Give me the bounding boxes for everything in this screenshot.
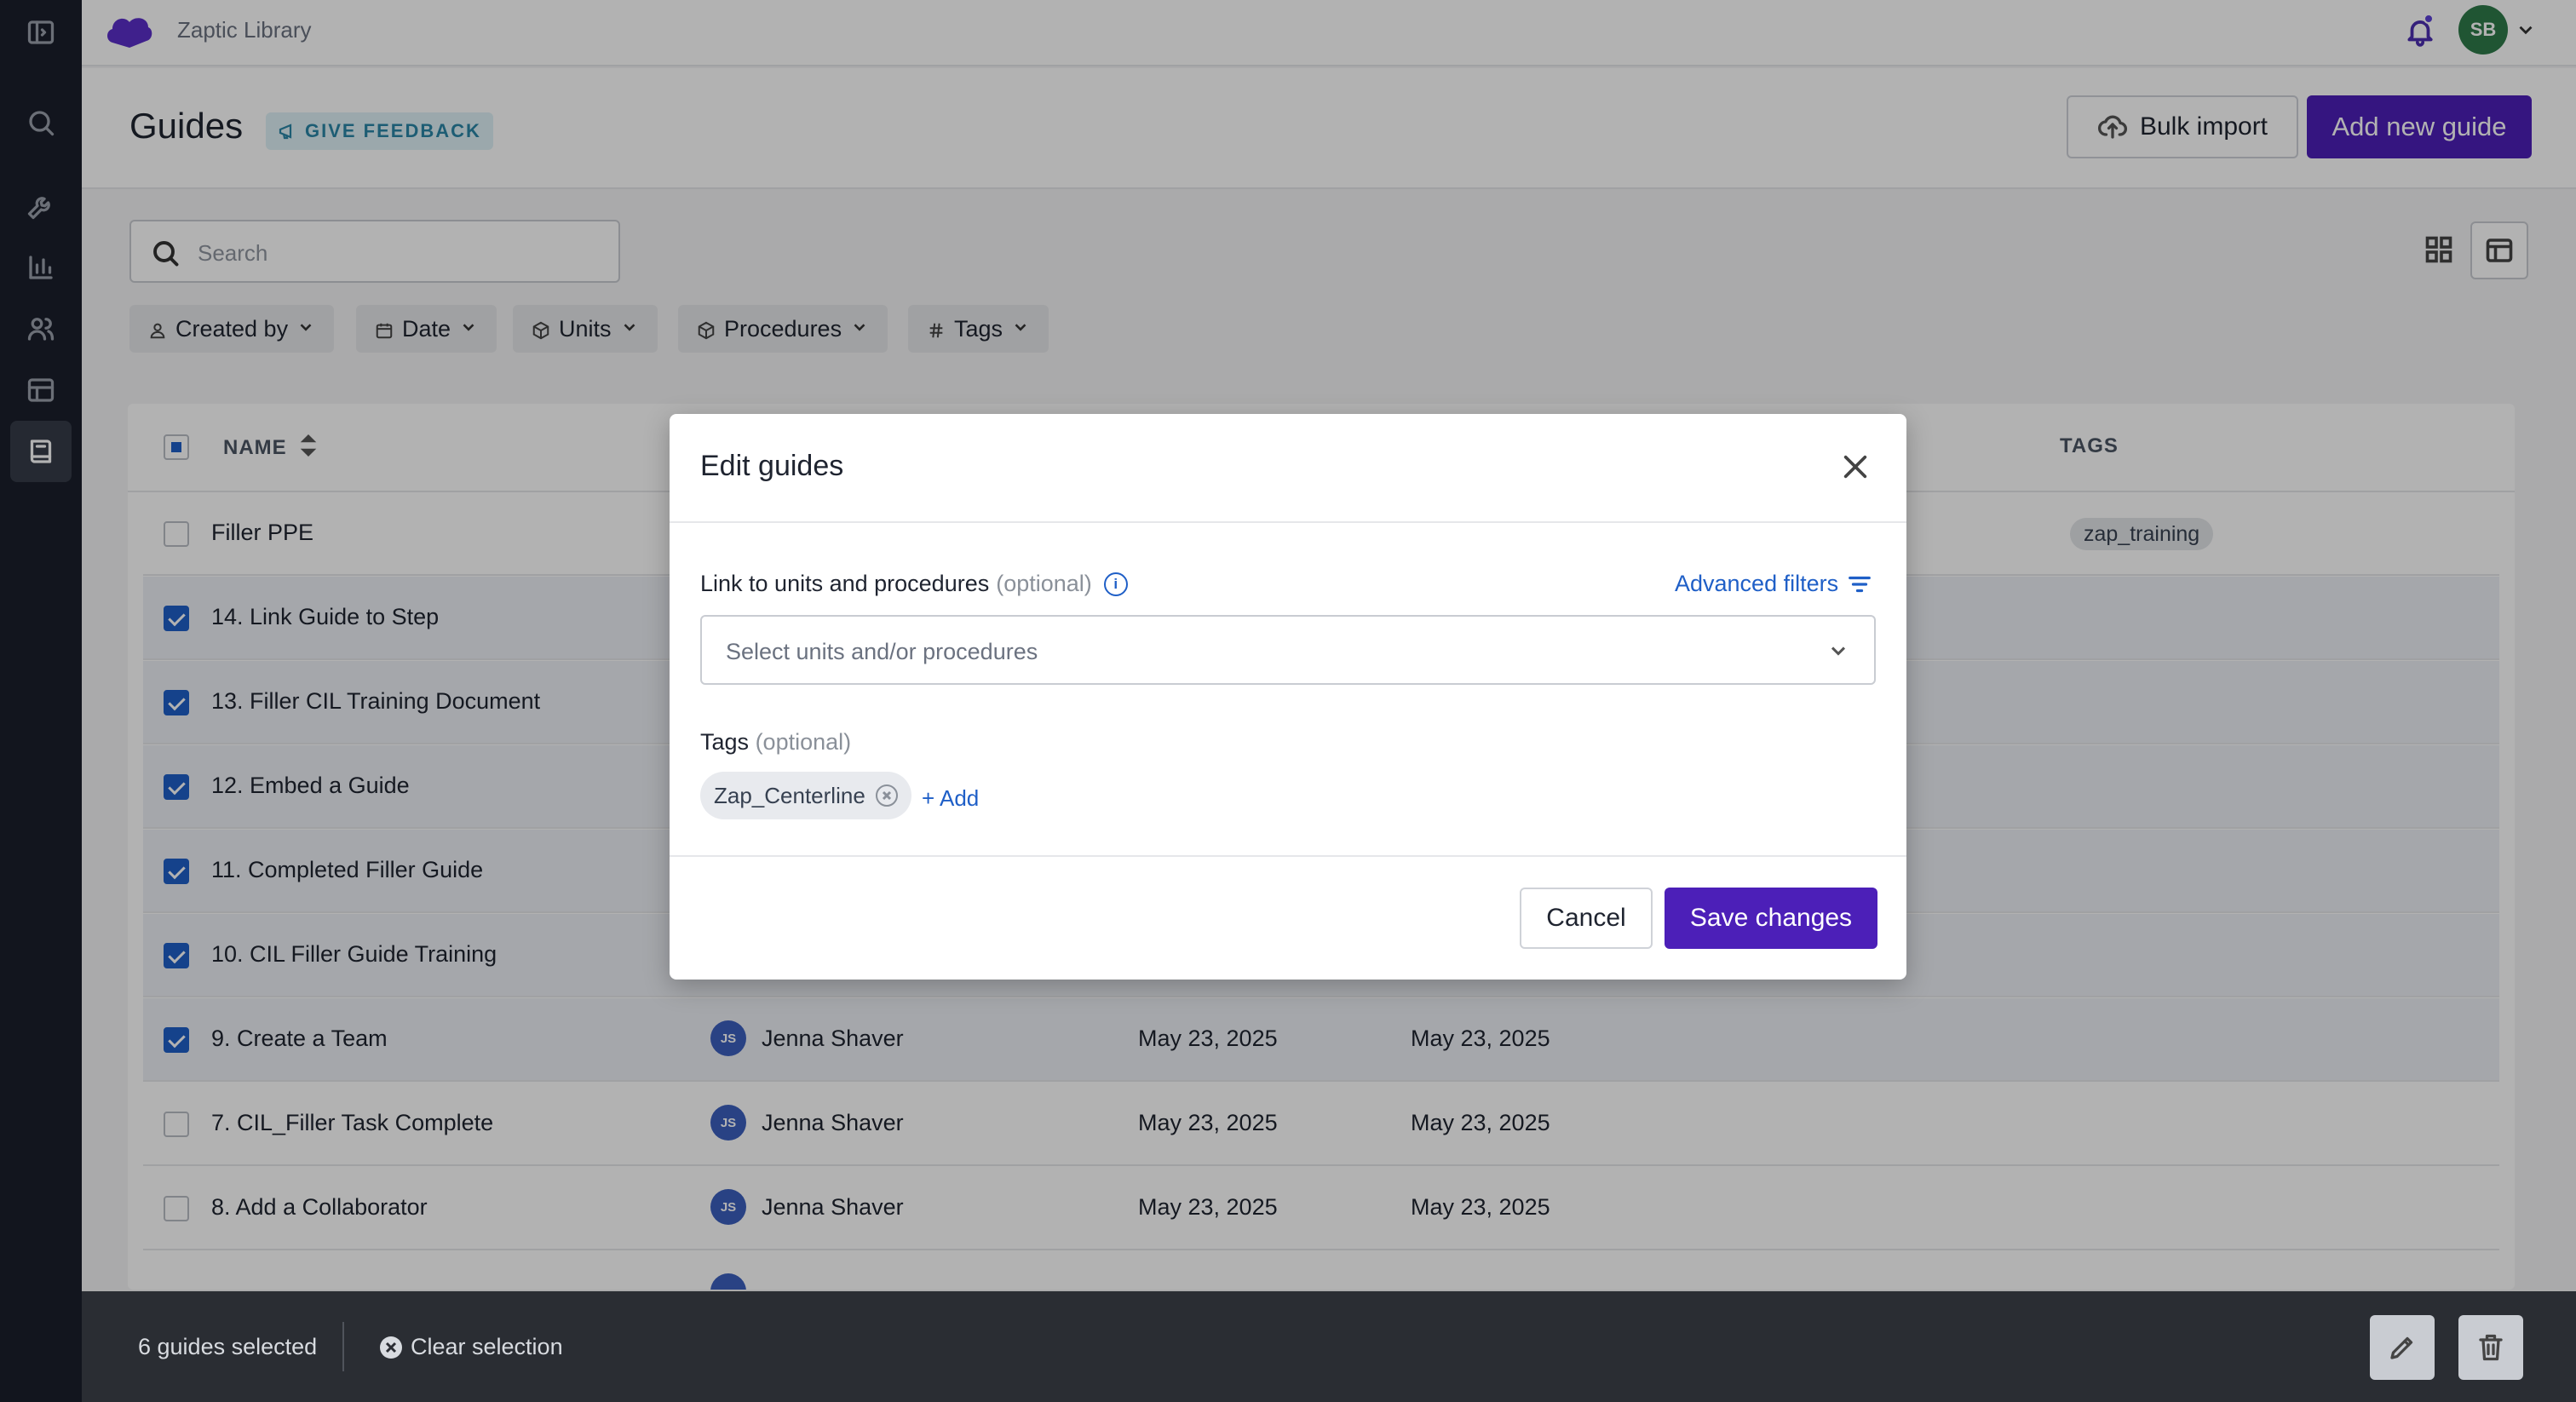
- optional-text: (optional): [755, 729, 852, 755]
- advanced-filters-button[interactable]: Advanced filters: [1675, 571, 1872, 597]
- select-placeholder: Select units and/or procedures: [726, 639, 1038, 664]
- advanced-filters-label: Advanced filters: [1675, 571, 1839, 596]
- close-icon: [385, 1342, 397, 1353]
- close-icon: [882, 790, 891, 801]
- save-changes-button[interactable]: Save changes: [1665, 888, 1877, 949]
- tag-chip-label: Zap_Centerline: [714, 782, 865, 808]
- info-icon[interactable]: i: [1103, 572, 1128, 596]
- edit-guides-modal: Edit guides Link to units and procedures…: [670, 414, 1906, 980]
- add-tag-link[interactable]: + Add: [922, 785, 979, 812]
- selection-bar: 6 guides selected Clear selection: [82, 1291, 2576, 1402]
- optional-text: (optional): [996, 571, 1092, 596]
- close-icon: [1843, 455, 1867, 479]
- modal-header: Edit guides: [670, 414, 1906, 523]
- edit-selected-button[interactable]: [2370, 1315, 2435, 1380]
- pencil-icon: [2390, 1336, 2413, 1359]
- filter-icon: [1849, 576, 1871, 592]
- chevron-down-icon: [1831, 646, 1846, 656]
- tags-label-text: Tags: [700, 729, 750, 755]
- cancel-button[interactable]: Cancel: [1520, 888, 1653, 949]
- clear-selection-label: Clear selection: [411, 1334, 563, 1359]
- trash-icon: [2479, 1334, 2503, 1361]
- link-label-text: Link to units and procedures: [700, 571, 990, 596]
- tags-field-label: Tags (optional): [700, 729, 851, 756]
- tag-chip: Zap_Centerline: [700, 772, 911, 819]
- link-field-label: Link to units and procedures (optional) …: [700, 571, 1128, 597]
- selected-count: 6 guides selected: [138, 1334, 318, 1359]
- units-procedures-select[interactable]: Select units and/or procedures: [700, 615, 1876, 685]
- clear-selection-button[interactable]: Clear selection: [380, 1334, 563, 1360]
- modal-title: Edit guides: [700, 450, 844, 482]
- modal-close-button[interactable]: [1838, 450, 1872, 484]
- delete-selected-button[interactable]: [2458, 1315, 2523, 1380]
- remove-tag-button[interactable]: [875, 784, 898, 807]
- modal-footer: Cancel Save changes: [670, 855, 1906, 980]
- divider: [342, 1322, 344, 1371]
